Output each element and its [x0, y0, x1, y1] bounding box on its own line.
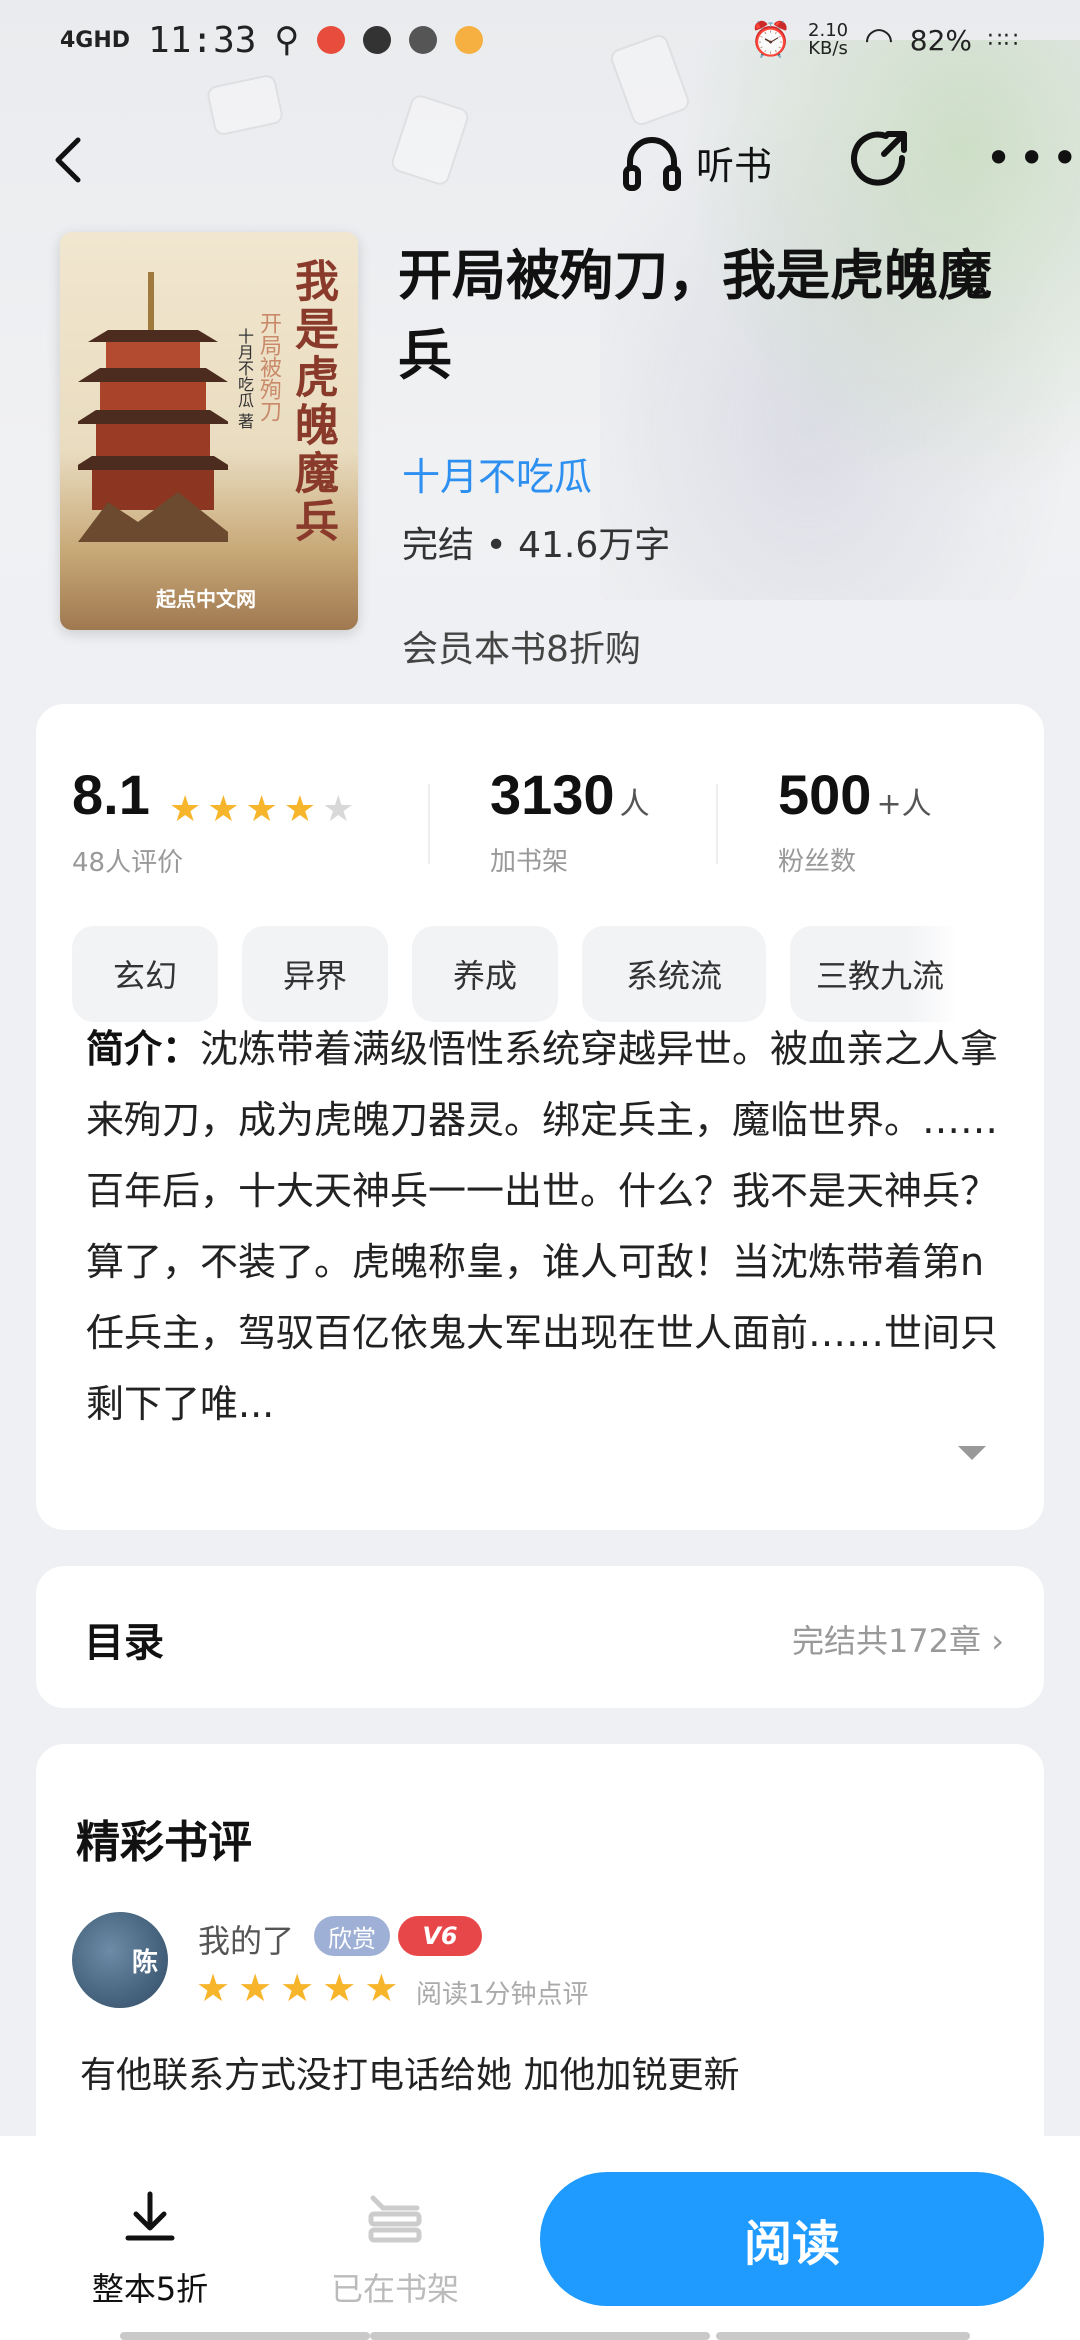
download-label: 整本5折	[91, 2270, 209, 2308]
star-icon: ★	[322, 1966, 357, 2010]
status-bar: 4GHD 11:33 ⚲ ⏰ 2.10 KB/s ◠ 82% ∷∷	[0, 0, 1080, 80]
cover-title: 我是虎魄魔兵	[287, 258, 338, 546]
level-badge: V6	[398, 1916, 482, 1956]
location-icon: ⚲	[274, 20, 300, 60]
app-notification-icon	[317, 26, 346, 54]
book-detail-card: 8.1 ★ ★ ★ ★ ★ 48人评价 3130 人 加书架 500 +人 粉丝数 玄幻…	[36, 704, 1044, 1530]
cover-subtitle: 开局被殉刀	[256, 312, 281, 422]
message-icon	[363, 26, 392, 54]
bookshelf-label: 加书架	[490, 847, 569, 877]
tag-chip[interactable]: 三教九流	[790, 926, 958, 1022]
bottom-action-bar: 整本5折 已在书架 阅读	[0, 2136, 1080, 2340]
vip-offer[interactable]: 会员本书8折购	[402, 620, 641, 672]
gesture-bar	[370, 2332, 710, 2340]
app-notification-icon	[455, 26, 484, 54]
review-username[interactable]: 我的了	[198, 1916, 294, 1962]
star-icon: ★	[364, 1966, 399, 2010]
star-icon: ★	[322, 788, 355, 830]
book-meta: 完结 • 41.6万字	[402, 525, 671, 566]
listen-button[interactable]: 听书	[620, 130, 772, 194]
tag-chip[interactable]: 玄幻	[72, 926, 218, 1022]
back-arrow-icon	[55, 137, 81, 183]
tag-chip[interactable]: 系统流	[582, 926, 766, 1022]
bookshelf-button[interactable]: 已在书架	[320, 2188, 470, 2310]
fans-stat[interactable]: 500 +人 粉丝数	[778, 762, 932, 878]
pagoda-illustration	[78, 272, 228, 542]
fans-unit: +人	[876, 787, 932, 822]
star-icon: ★	[283, 788, 317, 830]
book-cover: 我是虎魄魔兵 开局被殉刀 十月不吃瓜 著 起点中文网	[60, 232, 358, 630]
bookshelf-icon	[368, 2195, 422, 2243]
app-notification-icon	[409, 26, 438, 54]
book-title: 开局被殉刀，我是虎魄魔兵	[398, 244, 992, 387]
fans-label: 粉丝数	[778, 847, 857, 877]
tag-list: 玄幻 异界 养成 系统流 三教九流	[72, 926, 958, 1022]
bookshelf-stat: 3130 人 加书架	[490, 762, 650, 878]
read-button[interactable]: 阅读	[540, 2172, 1044, 2306]
rating-score: 8.1	[72, 763, 150, 826]
battery-level: 82%	[909, 23, 972, 57]
expand-intro-icon[interactable]	[958, 1446, 986, 1460]
battery-icon: ∷∷	[988, 27, 1020, 53]
top-navigation: 听书 •••	[0, 110, 1080, 210]
author-link[interactable]: 十月不吃瓜	[402, 446, 592, 501]
review-text[interactable]: 有他联系方式没打电话给她 加他加锐更新	[80, 2046, 739, 2098]
review-read-time: 阅读1分钟点评	[416, 1980, 589, 2010]
divider	[716, 784, 718, 864]
star-icon: ★	[196, 1966, 231, 2010]
book-intro[interactable]: 简介：沈炼带着满级悟性系统穿越异世。被血亲之人拿来殉刀，成为虎魄刀器灵。绑定兵主…	[86, 1014, 1016, 1440]
listen-label: 听书	[696, 143, 773, 188]
clock: 11:33	[148, 19, 257, 61]
tag-chip[interactable]: 养成	[412, 926, 558, 1022]
cover-author: 十月不吃瓜 著	[235, 328, 254, 430]
wifi-icon: ◠	[864, 20, 894, 60]
star-icon: ★	[168, 788, 202, 830]
more-button[interactable]: •••	[985, 128, 1080, 188]
download-button[interactable]: 整本5折	[86, 2188, 214, 2310]
tag-chip[interactable]: 异界	[242, 926, 388, 1022]
back-button[interactable]	[40, 130, 100, 190]
network-indicator: 4GHD	[60, 27, 131, 53]
cover-publisher: 起点中文网	[156, 587, 256, 611]
share-button[interactable]	[848, 128, 912, 192]
network-speed: 2.10 KB/s	[808, 20, 849, 59]
rating-stars: ★ ★ ★ ★ ★	[168, 788, 355, 830]
star-icon: ★	[207, 788, 240, 830]
intro-label: 简介：	[86, 1027, 201, 1071]
rating-count: 48人评价	[72, 847, 184, 878]
toc-summary: 完结共172章 ›	[791, 1622, 1004, 1660]
divider	[428, 784, 430, 864]
star-icon: ★	[238, 1966, 273, 2010]
share-icon	[851, 131, 907, 186]
alarm-icon: ⏰	[749, 20, 793, 60]
reviews-title: 精彩书评	[76, 1817, 252, 1868]
bookshelf-unit: 人	[619, 787, 650, 822]
gesture-bar	[120, 2332, 370, 2340]
bookshelf-count: 3130	[490, 763, 615, 826]
table-of-contents-row[interactable]: 目录 完结共172章 ›	[36, 1566, 1044, 1708]
review-stars: ★ ★ ★ ★ ★	[196, 1966, 399, 2010]
chevron-right-icon: ›	[991, 1622, 1004, 1660]
toc-title: 目录	[84, 1620, 164, 1666]
appreciate-badge: 欣赏	[314, 1916, 390, 1956]
star-icon: ★	[280, 1966, 315, 2010]
bookshelf-label: 已在书架	[330, 2270, 459, 2308]
avatar[interactable]: 陈	[72, 1912, 168, 2008]
gesture-bar	[716, 2332, 970, 2340]
fans-count: 500	[778, 763, 872, 826]
rating-stat[interactable]: 8.1 ★ ★ ★ ★ ★ 48人评价	[72, 762, 354, 879]
intro-text: 沈炼带着满级悟性系统穿越异世。被血亲之人拿来殉刀，成为虎魄刀器灵。绑定兵主，魔临…	[86, 1027, 999, 1426]
more-icon: •••	[985, 131, 1080, 185]
headphones-icon	[623, 137, 681, 191]
download-icon	[125, 2191, 175, 2241]
star-icon: ★	[245, 788, 278, 830]
